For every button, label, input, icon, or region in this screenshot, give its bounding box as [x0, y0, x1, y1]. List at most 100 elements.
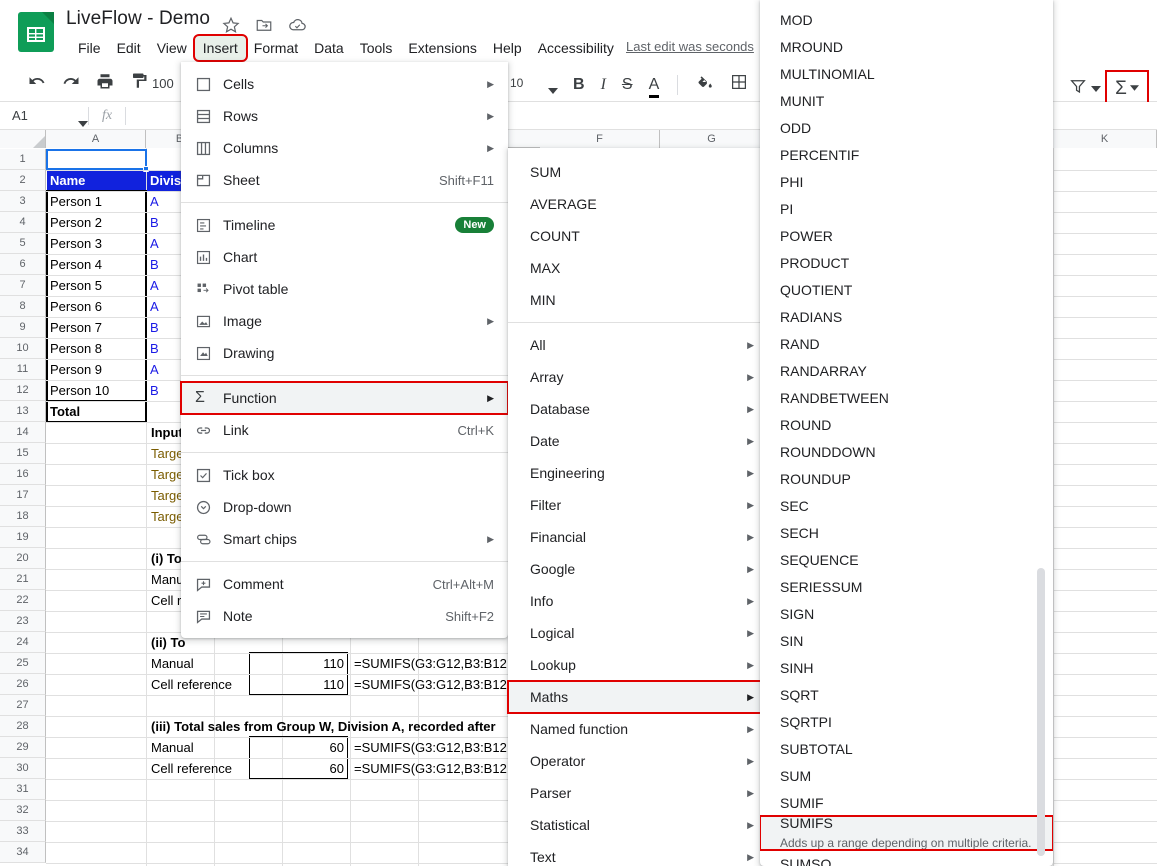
- row-header-18[interactable]: 18: [0, 506, 46, 527]
- fill-color-icon[interactable]: [696, 73, 714, 96]
- filter-caret-icon[interactable]: [1091, 79, 1101, 97]
- maths-item-phi[interactable]: PHI: [760, 168, 1053, 195]
- function-category-maths[interactable]: Maths ▶: [507, 680, 769, 714]
- row-header-10[interactable]: 10: [0, 338, 46, 359]
- menu-item-columns[interactable]: Columns ▶: [181, 132, 508, 164]
- cell-A10[interactable]: Person 8: [47, 338, 105, 359]
- column-header-K[interactable]: K: [1053, 130, 1157, 148]
- cell-B4[interactable]: B: [147, 212, 162, 233]
- menu-item-smart-chips[interactable]: Smart chips ▶: [181, 523, 508, 555]
- maths-item-rounddown[interactable]: ROUNDDOWN: [760, 438, 1053, 465]
- cell-B9[interactable]: B: [147, 317, 162, 338]
- row-header-30[interactable]: 30: [0, 758, 46, 779]
- row-header-31[interactable]: 31: [0, 779, 46, 800]
- menu-item-sheet[interactable]: Sheet Shift+F11: [181, 164, 508, 196]
- name-box[interactable]: A1: [0, 102, 88, 130]
- zoom-level[interactable]: 100: [152, 76, 174, 91]
- paint-format-icon[interactable]: [130, 72, 148, 95]
- row-header-16[interactable]: 16: [0, 464, 46, 485]
- maths-item-radians[interactable]: RADIANS: [760, 303, 1053, 330]
- row-header-24[interactable]: 24: [0, 632, 46, 653]
- cell-A6[interactable]: Person 4: [47, 254, 105, 275]
- menu-item-pivot-table[interactable]: Pivot table: [181, 273, 508, 305]
- menu-file[interactable]: File: [70, 36, 109, 60]
- function-category-logical[interactable]: Logical ▶: [508, 617, 768, 649]
- function-category-database[interactable]: Database ▶: [508, 393, 768, 425]
- cell-A13[interactable]: Total: [47, 401, 83, 422]
- cell-B6[interactable]: B: [147, 254, 162, 275]
- maths-item-sech[interactable]: SECH: [760, 519, 1053, 546]
- menu-format[interactable]: Format: [246, 36, 306, 60]
- row-header-13[interactable]: 13: [0, 401, 46, 422]
- function-category-operator[interactable]: Operator ▶: [508, 745, 768, 777]
- cell-A4[interactable]: Person 2: [47, 212, 105, 233]
- row-header-17[interactable]: 17: [0, 485, 46, 506]
- maths-item-odd[interactable]: ODD: [760, 114, 1053, 141]
- row-header-22[interactable]: 22: [0, 590, 46, 611]
- row-header-1[interactable]: 1: [0, 149, 46, 170]
- menu-item-drawing[interactable]: Drawing: [181, 337, 508, 369]
- maths-item-seriessum[interactable]: SERIESSUM: [760, 573, 1053, 600]
- maths-item-sign[interactable]: SIGN: [760, 600, 1053, 627]
- row-header-28[interactable]: 28: [0, 716, 46, 737]
- cell-B12[interactable]: B: [147, 380, 162, 401]
- menu-data[interactable]: Data: [306, 36, 352, 60]
- menu-item-function[interactable]: Σ Function ▶: [180, 381, 509, 415]
- row-header-27[interactable]: 27: [0, 695, 46, 716]
- row-header-29[interactable]: 29: [0, 737, 46, 758]
- cell-A9[interactable]: Person 7: [47, 317, 105, 338]
- maths-item-multinomial[interactable]: MULTINOMIAL: [760, 60, 1053, 87]
- cell-B10[interactable]: B: [147, 338, 162, 359]
- cell-B7[interactable]: A: [147, 275, 162, 296]
- maths-item-sequence[interactable]: SEQUENCE: [760, 546, 1053, 573]
- cell-A8[interactable]: Person 6: [47, 296, 105, 317]
- maths-item-mod[interactable]: MOD: [760, 6, 1053, 33]
- column-header-A[interactable]: A: [46, 130, 146, 148]
- function-category-google[interactable]: Google ▶: [508, 553, 768, 585]
- menu-item-chart[interactable]: Chart: [181, 241, 508, 273]
- column-header-G[interactable]: G: [660, 130, 764, 148]
- function-category-date[interactable]: Date ▶: [508, 425, 768, 457]
- row-header-4[interactable]: 4: [0, 212, 46, 233]
- function-item-average[interactable]: AVERAGE: [508, 188, 768, 220]
- maths-item-sqrt[interactable]: SQRT: [760, 681, 1053, 708]
- maths-item-quotient[interactable]: QUOTIENT: [760, 276, 1053, 303]
- maths-item-sinh[interactable]: SINH: [760, 654, 1053, 681]
- column-header-F[interactable]: F: [540, 130, 660, 148]
- menu-extensions[interactable]: Extensions: [400, 36, 484, 60]
- row-header-20[interactable]: 20: [0, 548, 46, 569]
- menu-item-comment[interactable]: Comment Ctrl+Alt+M: [181, 568, 508, 600]
- maths-item-sumsq[interactable]: SUMSQ: [760, 850, 1053, 866]
- document-title[interactable]: LiveFlow - Demo: [66, 8, 210, 30]
- maths-item-roundup[interactable]: ROUNDUP: [760, 465, 1053, 492]
- row-header-12[interactable]: 12: [0, 380, 46, 401]
- maths-submenu-scrollbar[interactable]: [1037, 568, 1045, 856]
- maths-item-sin[interactable]: SIN: [760, 627, 1053, 654]
- maths-item-sumifs[interactable]: SUMIFS Adds up a range depending on multi…: [760, 815, 1053, 851]
- function-category-statistical[interactable]: Statistical ▶: [508, 809, 768, 841]
- print-icon[interactable]: [96, 72, 114, 95]
- cell-B11[interactable]: A: [147, 359, 162, 380]
- maths-item-sumif[interactable]: SUMIF: [760, 789, 1053, 816]
- row-header-15[interactable]: 15: [0, 443, 46, 464]
- font-size-value[interactable]: 10: [510, 76, 523, 90]
- row-header-3[interactable]: 3: [0, 191, 46, 212]
- menu-help[interactable]: Help: [485, 36, 530, 60]
- select-all-corner[interactable]: [0, 130, 46, 148]
- maths-item-pi[interactable]: PI: [760, 195, 1053, 222]
- function-category-lookup[interactable]: Lookup ▶: [508, 649, 768, 681]
- row-header-32[interactable]: 32: [0, 800, 46, 821]
- row-header-2[interactable]: 2: [0, 170, 46, 191]
- row-header-33[interactable]: 33: [0, 821, 46, 842]
- menu-item-note[interactable]: Note Shift+F2: [181, 600, 508, 632]
- text-color-button[interactable]: A: [648, 76, 659, 98]
- row-header-11[interactable]: 11: [0, 359, 46, 380]
- bold-button[interactable]: B: [573, 76, 585, 94]
- maths-item-munit[interactable]: MUNIT: [760, 87, 1053, 114]
- maths-item-subtotal[interactable]: SUBTOTAL: [760, 735, 1053, 762]
- last-edit-status[interactable]: Last edit was seconds: [626, 39, 754, 54]
- maths-item-percentif[interactable]: PERCENTIF: [760, 141, 1053, 168]
- row-header-25[interactable]: 25: [0, 653, 46, 674]
- function-category-all[interactable]: All ▶: [508, 329, 768, 361]
- function-item-count[interactable]: COUNT: [508, 220, 768, 252]
